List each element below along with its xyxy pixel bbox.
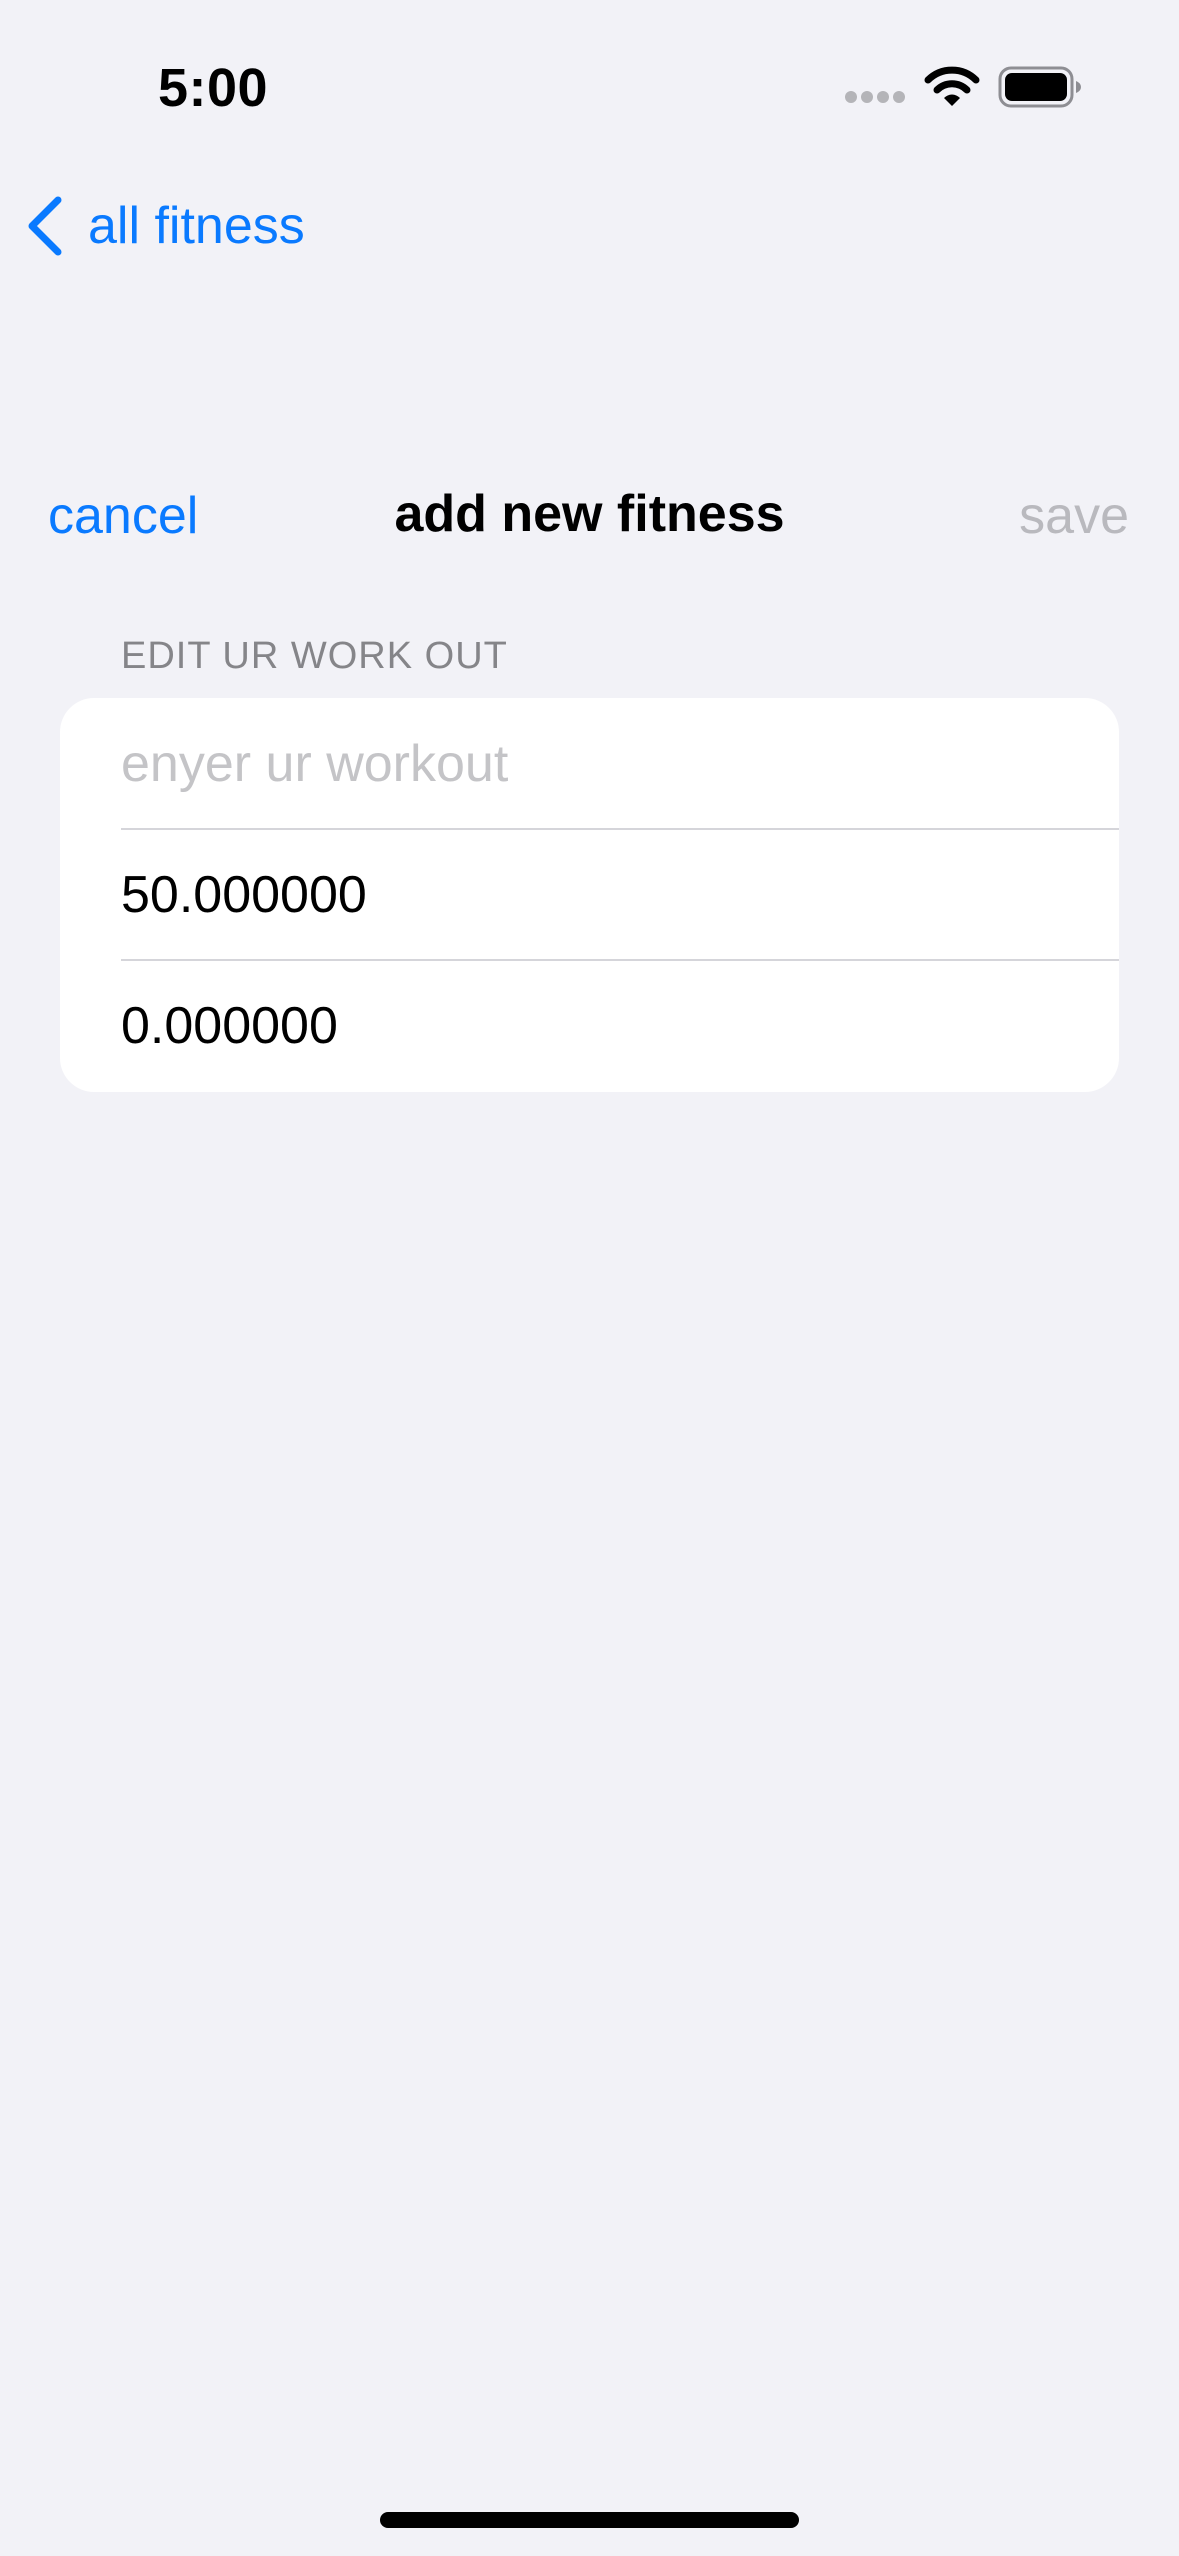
save-button[interactable]: save [1019, 480, 1129, 552]
workout-form-card [60, 698, 1119, 1092]
value-1-row [60, 829, 1119, 960]
status-time: 5:00 [158, 58, 269, 118]
cancel-button[interactable]: cancel [48, 480, 198, 552]
value-2-row [60, 960, 1119, 1091]
chevron-left-icon [28, 196, 62, 256]
workout-name-input[interactable] [121, 698, 1081, 829]
value-2-input[interactable] [121, 960, 1081, 1091]
wifi-icon [924, 66, 980, 106]
back-label: all fitness [88, 197, 305, 255]
workout-name-row [60, 698, 1119, 829]
battery-icon [998, 66, 1081, 108]
section-header: EDIT UR WORK OUT [121, 635, 508, 677]
cellular-signal-icon [845, 91, 905, 103]
value-1-input[interactable] [121, 829, 1081, 960]
home-indicator [380, 2512, 799, 2528]
back-button[interactable]: all fitness [24, 190, 305, 262]
